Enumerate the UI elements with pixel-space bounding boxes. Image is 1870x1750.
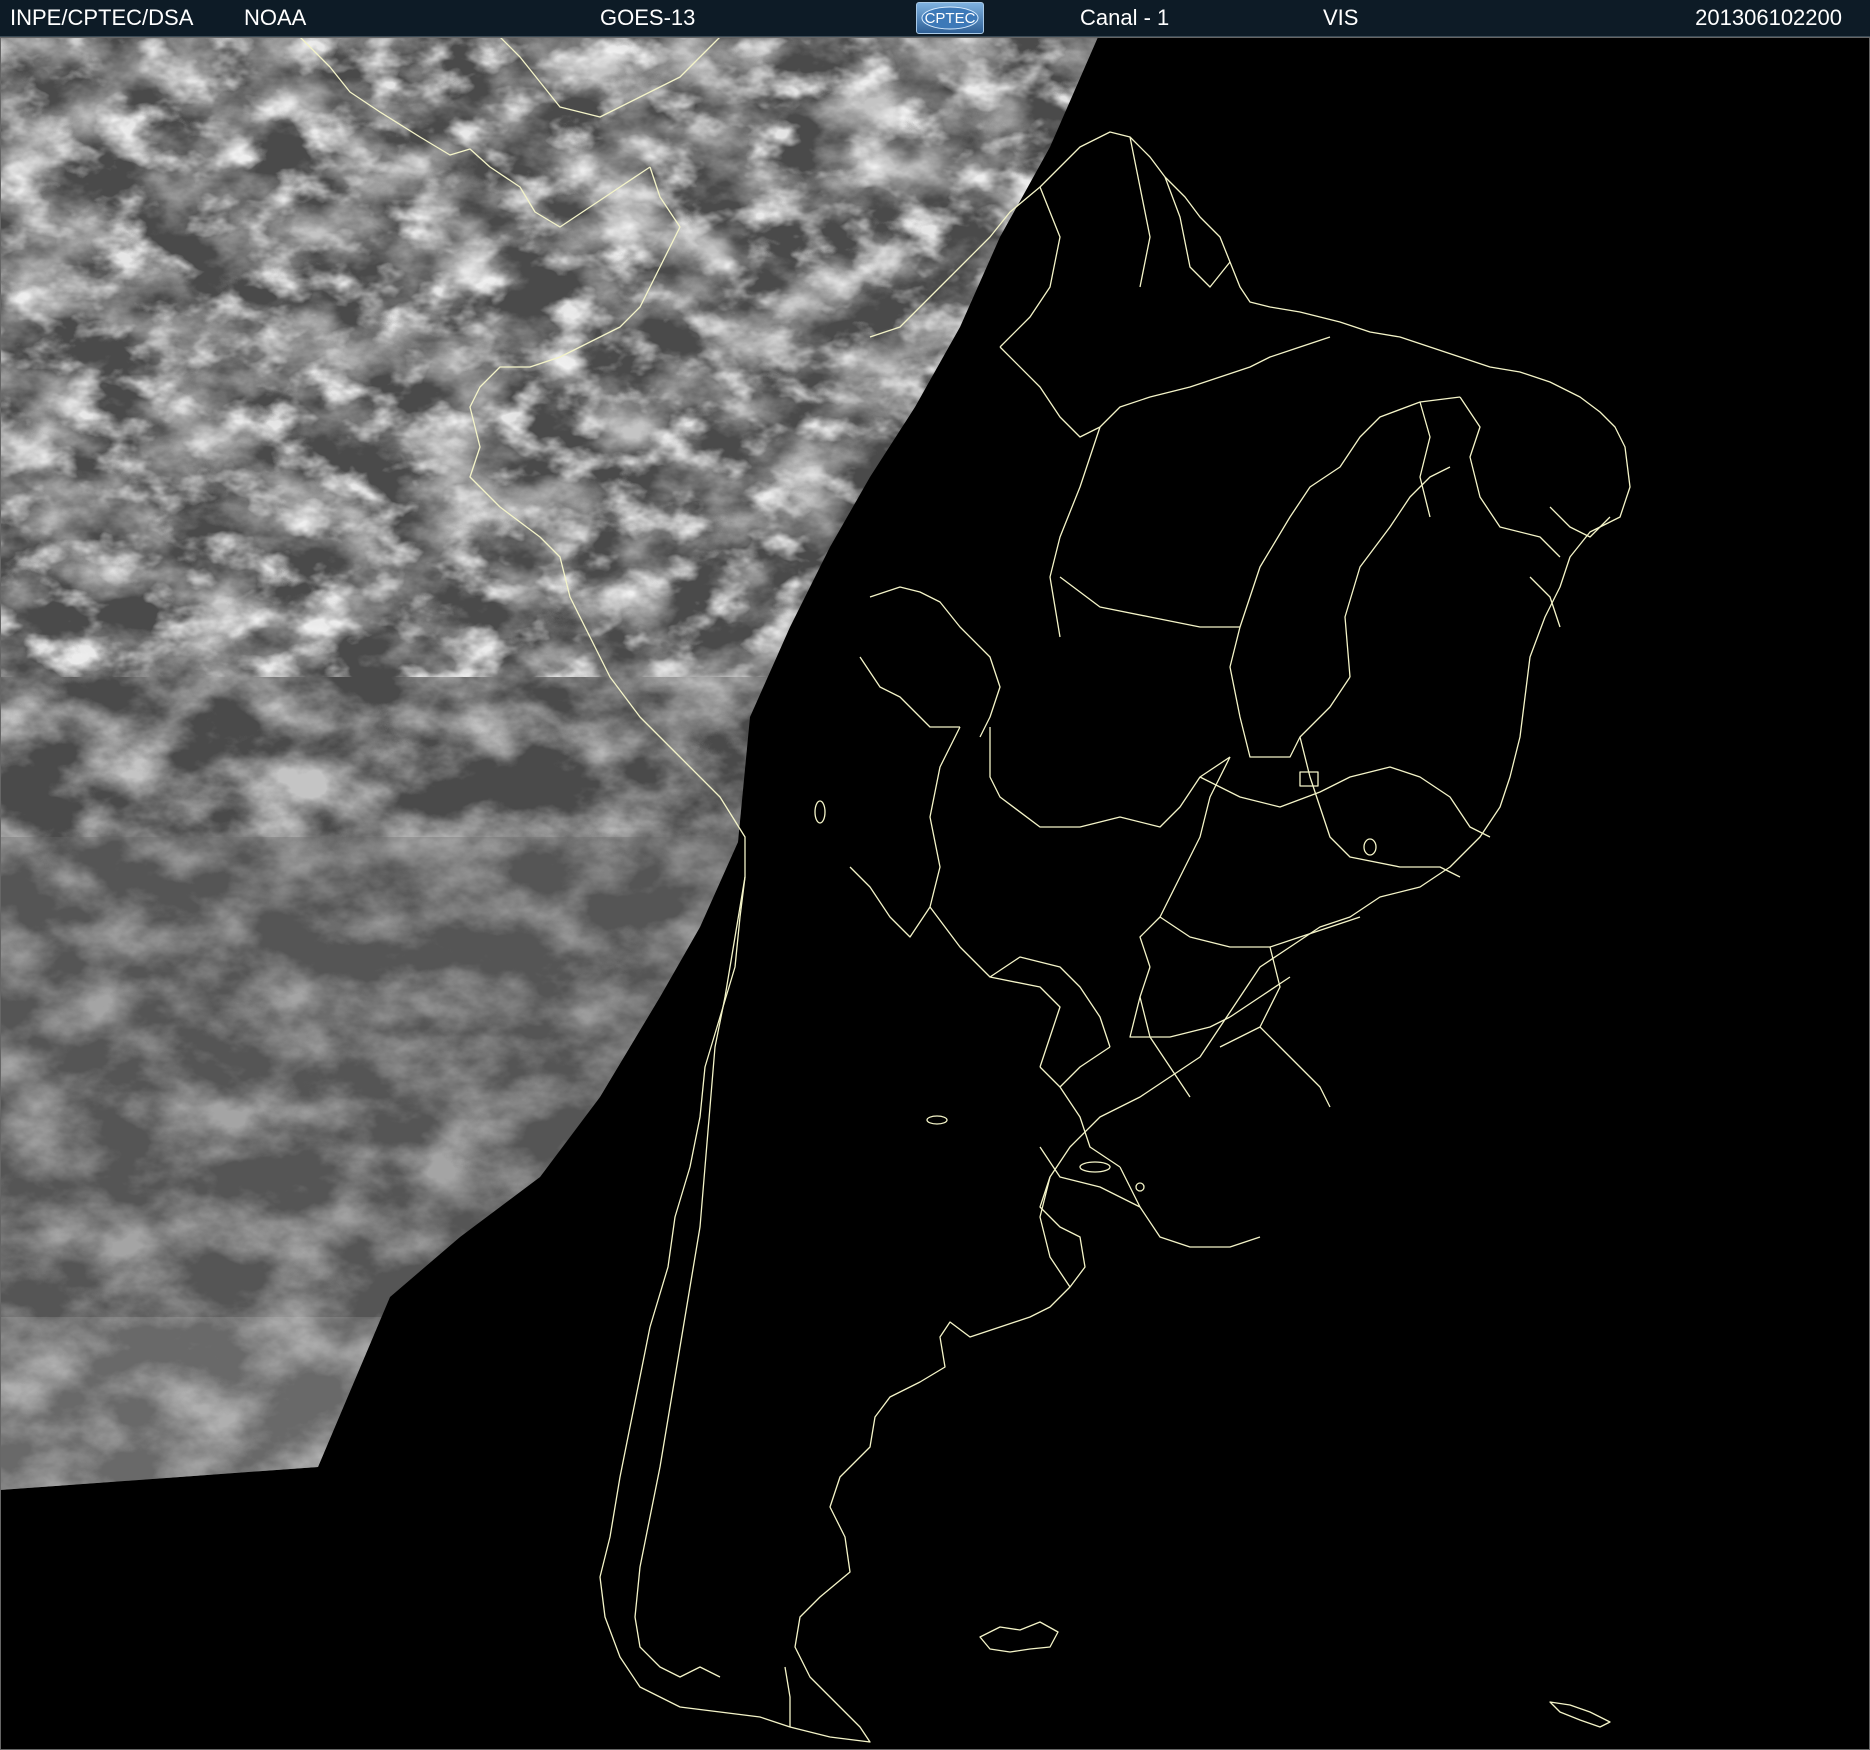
- image-header-bar: INPE/CPTEC/DSA NOAA GOES-13 CPTEC Canal …: [0, 0, 1870, 37]
- header-organization: INPE/CPTEC/DSA: [10, 5, 194, 30]
- header-timestamp: 201306102200: [1695, 5, 1842, 30]
- satellite-map[interactable]: [0, 37, 1870, 1750]
- header-band: VIS: [1323, 5, 1359, 30]
- logo-text: CPTEC: [925, 10, 976, 27]
- header-satellite: GOES-13: [600, 5, 696, 30]
- header-agency: NOAA: [244, 5, 307, 30]
- header-channel: Canal - 1: [1080, 5, 1170, 30]
- cptec-logo: CPTEC: [916, 2, 984, 34]
